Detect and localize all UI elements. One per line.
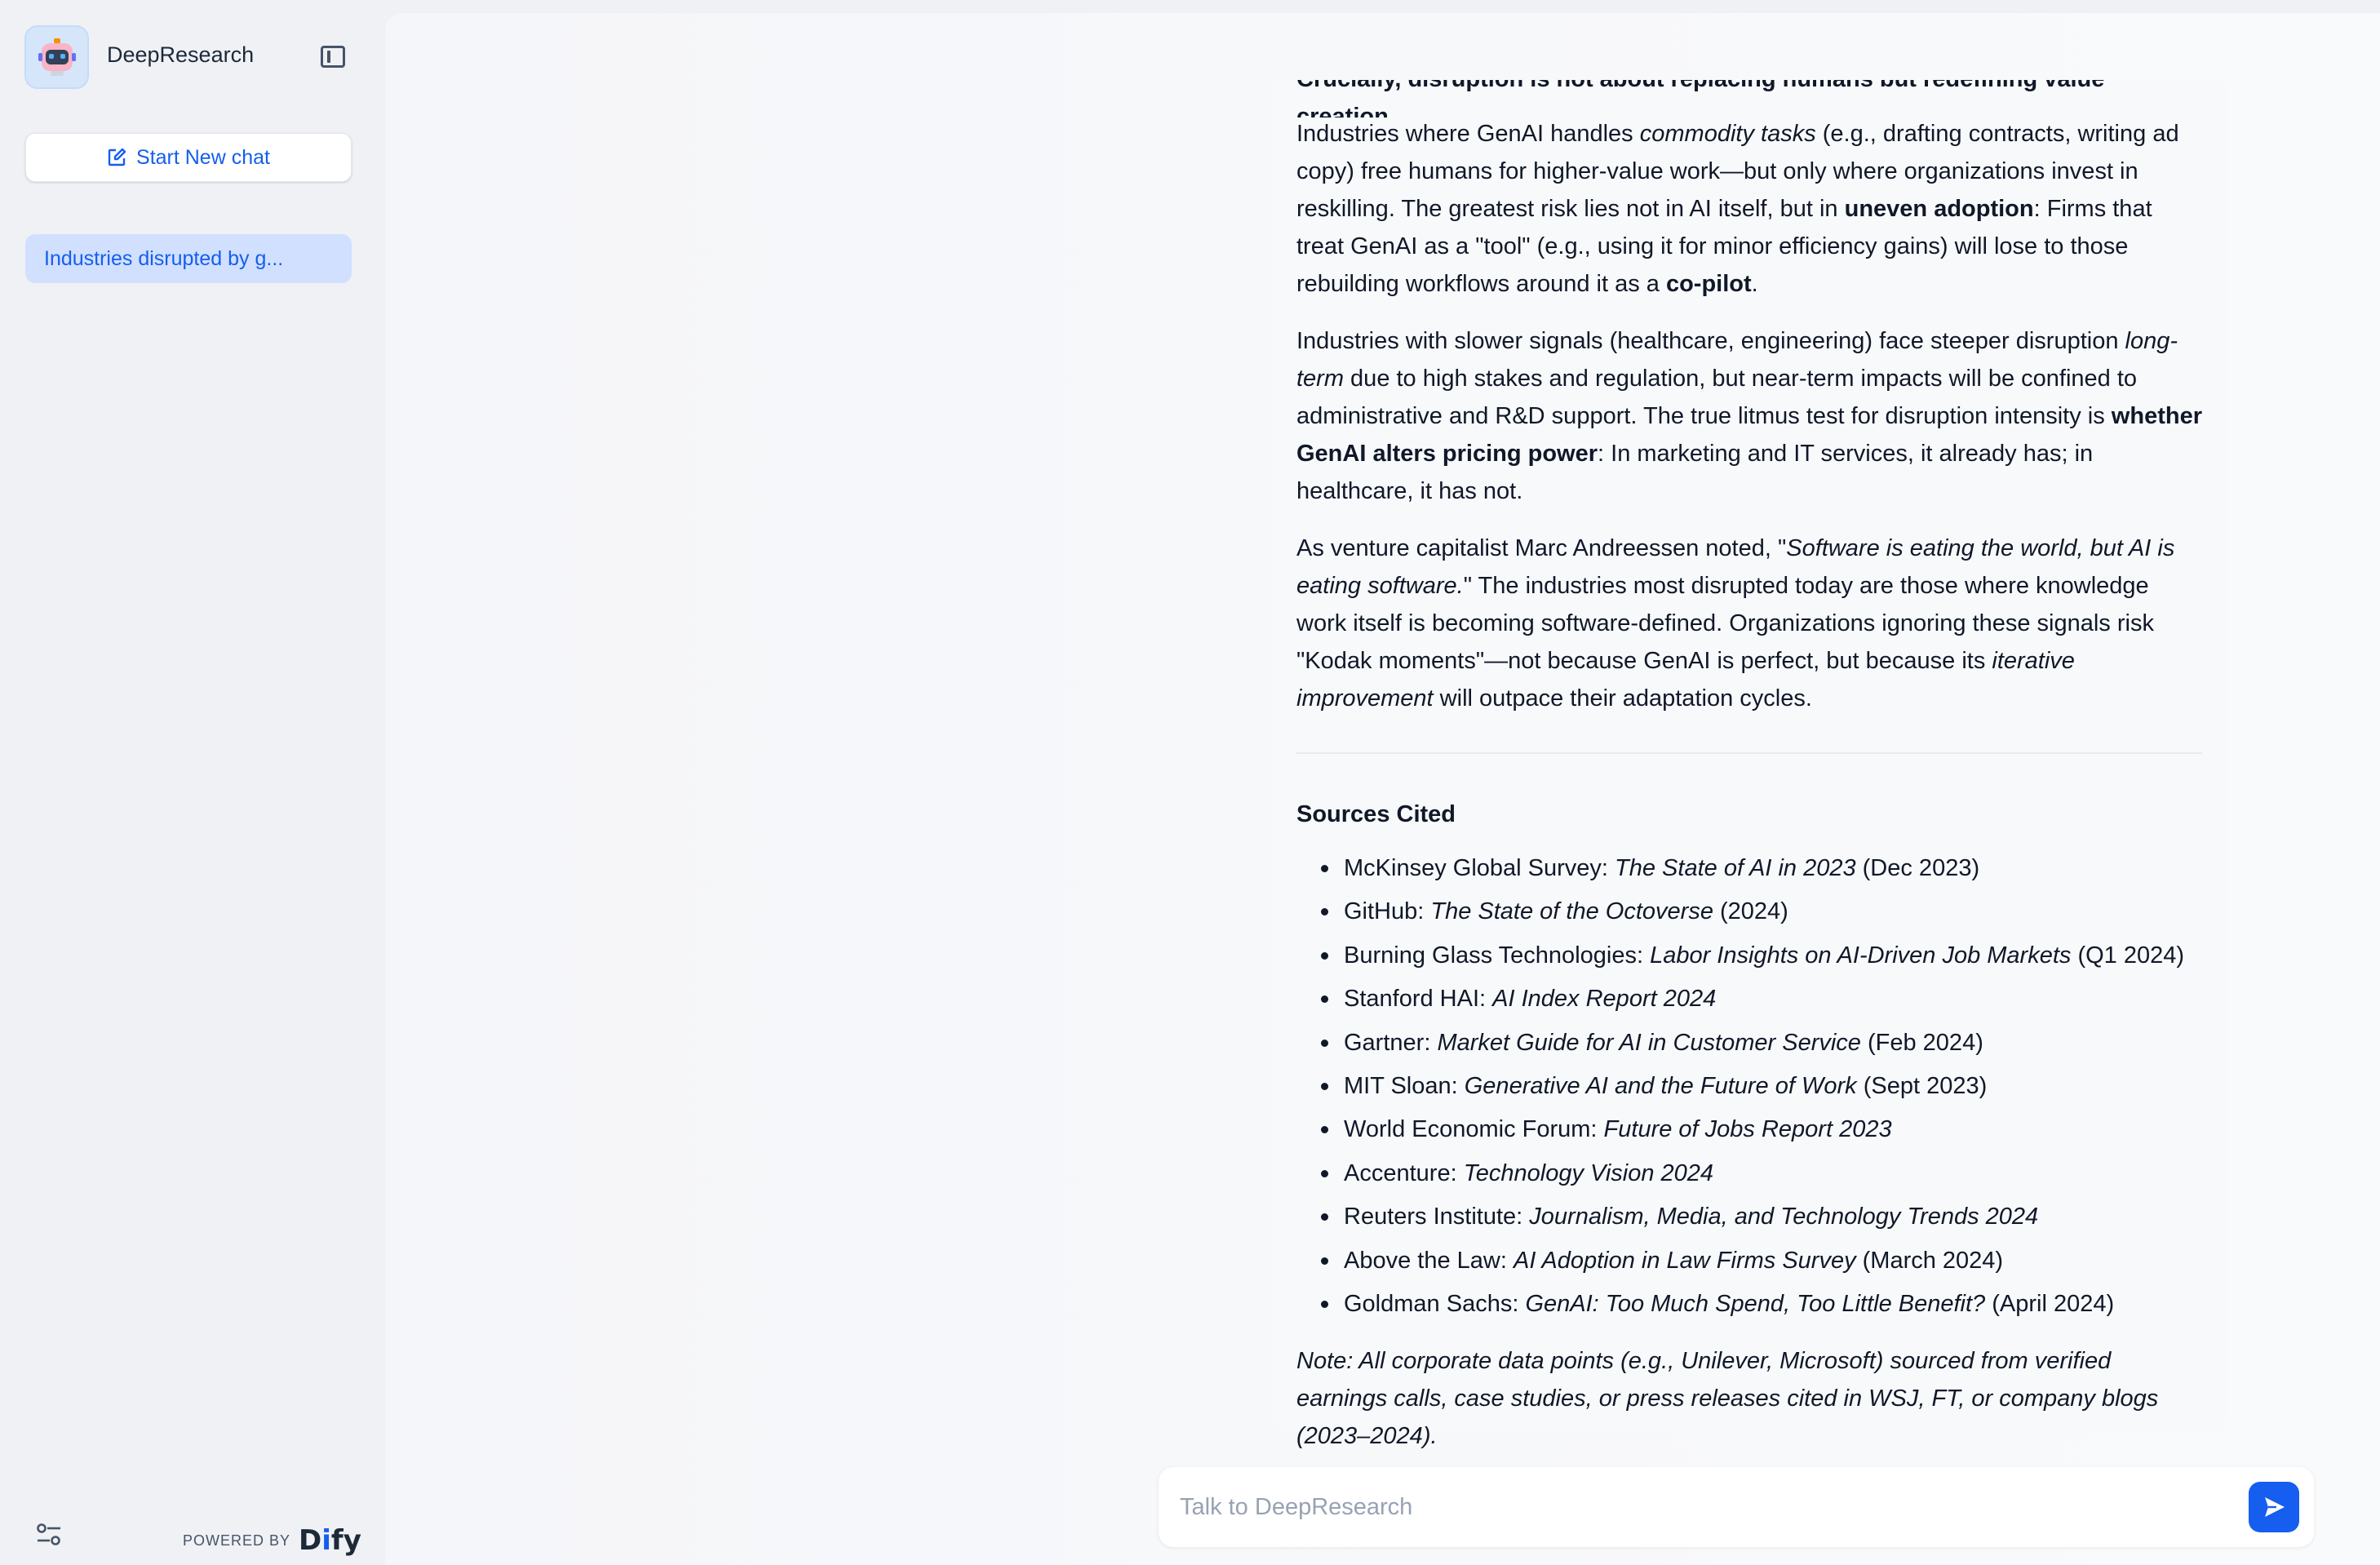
start-new-chat-button[interactable]: Start New chat <box>25 133 352 182</box>
source-title: Journalism, Media, and Technology Trends… <box>1529 1204 2039 1230</box>
source-item: Above the Law: AI Adoption in Law Firms … <box>1320 1242 2184 1285</box>
settings-sliders-icon[interactable] <box>36 1523 62 1547</box>
source-item: MIT Sloan: Generative AI and the Future … <box>1320 1067 2184 1111</box>
sidebar: DeepResearch Start New chat Industries d… <box>0 0 383 1565</box>
dify-logo: Dify <box>299 1524 361 1557</box>
answer-paragraph: Industries with slower signals (healthca… <box>1296 328 2202 504</box>
chat-input[interactable] <box>1180 1487 2240 1527</box>
powered-by: POWERED BY Dify <box>183 1524 361 1557</box>
answer-partial-line: Crucially, disruption is not about repla… <box>1296 80 2104 117</box>
source-title: Labor Insights on AI-Driven Job Markets <box>1650 942 2072 969</box>
source-date: (Dec 2023) <box>1855 855 1980 881</box>
source-org: GitHub: <box>1344 898 1431 925</box>
source-org: McKinsey Global Survey: <box>1344 855 1615 881</box>
powered-by-label: POWERED BY <box>183 1532 291 1549</box>
source-item: Goldman Sachs: GenAI: Too Much Spend, To… <box>1320 1285 2184 1328</box>
source-title: GenAI: Too Much Spend, Too Little Benefi… <box>1525 1290 1986 1317</box>
edit-icon <box>108 148 126 166</box>
source-date: (Feb 2024) <box>1860 1029 1983 1056</box>
source-org: Goldman Sachs: <box>1344 1290 1526 1317</box>
source-org: World Economic Forum: <box>1344 1116 1604 1143</box>
source-org: Accenture: <box>1344 1159 1464 1186</box>
source-org: Stanford HAI: <box>1344 986 1493 1013</box>
source-date: (Sept 2023) <box>1856 1072 1988 1099</box>
source-date: (April 2024) <box>1985 1290 2115 1317</box>
source-org: Above the Law: <box>1344 1247 1514 1274</box>
source-item: World Economic Forum: Future of Jobs Rep… <box>1320 1111 2184 1154</box>
answer-paragraph: Industries where GenAI handles commodity… <box>1296 121 2179 297</box>
sources-note: Note: All corporate data points (e.g., U… <box>1296 1348 2159 1449</box>
sidebar-toggle-icon[interactable] <box>321 46 345 68</box>
source-item: Stanford HAI: AI Index Report 2024 <box>1320 980 2184 1023</box>
source-title: AI Adoption in Law Firms Survey <box>1513 1247 1856 1274</box>
source-item: Accenture: Technology Vision 2024 <box>1320 1155 2184 1198</box>
source-title: The State of AI in 2023 <box>1615 855 1856 881</box>
source-org: Gartner: <box>1344 1029 1438 1056</box>
send-button[interactable] <box>2249 1482 2299 1532</box>
source-org: Burning Glass Technologies: <box>1344 942 1651 969</box>
source-item: Reuters Institute: Journalism, Media, an… <box>1320 1198 2184 1241</box>
source-title: Technology Vision 2024 <box>1463 1159 1714 1186</box>
answer-content: Industries where GenAI handles commodity… <box>1296 115 2202 737</box>
conversation-item[interactable]: Industries disrupted by g... <box>25 234 352 283</box>
source-date: (2024) <box>1713 898 1788 925</box>
source-date: (March 2024) <box>1855 1247 2004 1274</box>
source-item: Burning Glass Technologies: Labor Insigh… <box>1320 937 2185 980</box>
answer-paragraph: As venture capitalist Marc Andreessen no… <box>1296 535 2175 712</box>
robot-avatar-icon <box>24 25 89 89</box>
sources-heading: Sources Cited <box>1296 801 1456 827</box>
source-title: Generative AI and the Future of Work <box>1464 1072 1857 1099</box>
source-org: MIT Sloan: <box>1344 1072 1465 1099</box>
source-org: Reuters Institute: <box>1344 1204 1530 1230</box>
source-title: Market Guide for AI in Customer Service <box>1437 1029 1861 1056</box>
send-icon <box>2265 1497 2285 1517</box>
source-title: The State of the Octoverse <box>1430 898 1713 925</box>
source-item: McKinsey Global Survey: The State of AI … <box>1320 849 2184 893</box>
source-title: AI Index Report 2024 <box>1492 986 1717 1013</box>
source-item: Gartner: Market Guide for AI in Customer… <box>1320 1024 2184 1067</box>
start-new-chat-label: Start New chat <box>136 145 270 169</box>
source-title: Future of Jobs Report 2023 <box>1603 1116 1892 1143</box>
source-date: (Q1 2024) <box>2071 942 2185 969</box>
source-item: GitHub: The State of the Octoverse (2024… <box>1320 893 2184 936</box>
chat-input-bar <box>1159 1467 2314 1547</box>
app-title: DeepResearch <box>107 42 255 67</box>
sources-list: McKinsey Global Survey: The State of AI … <box>1320 849 2185 1328</box>
section-divider <box>1296 752 2202 754</box>
